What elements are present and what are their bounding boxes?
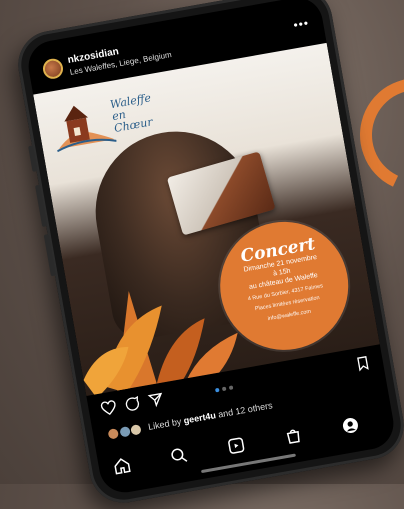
carousel-dot [221,386,227,392]
search-icon[interactable] [169,445,190,466]
carousel-dot [214,387,220,393]
profile-icon[interactable] [340,415,361,436]
post-image[interactable]: Waleffe en Chœur Concert Dimanche 21 nov… [33,42,380,396]
send-icon[interactable] [147,391,166,410]
comment-icon[interactable] [123,395,142,414]
likes-prefix: Liked by [147,416,183,432]
home-icon[interactable] [112,455,133,476]
carousel-indicator [214,385,234,393]
logo-text: Waleffe en Chœur [109,91,154,136]
liker-avatar [106,426,121,441]
phone-volume-down [43,234,56,277]
castle-logo-icon [56,105,117,153]
phone-side-button [28,145,38,172]
phone-volume-up [35,184,48,228]
liker-username[interactable]: geert4u [183,410,217,425]
carousel-dot [228,385,234,390]
heart-icon[interactable] [100,399,119,418]
phone-screen: nkzosidian Les Waleffes, Liege, Belgium … [24,0,398,497]
avatar[interactable] [41,57,65,81]
more-options-icon[interactable]: ••• [292,16,310,32]
bookmark-icon[interactable] [354,354,373,373]
shop-icon[interactable] [283,425,304,446]
reels-icon[interactable] [226,435,247,456]
phone-mockup: nkzosidian Les Waleffes, Liege, Belgium … [12,0,404,508]
liker-avatar [129,422,143,437]
